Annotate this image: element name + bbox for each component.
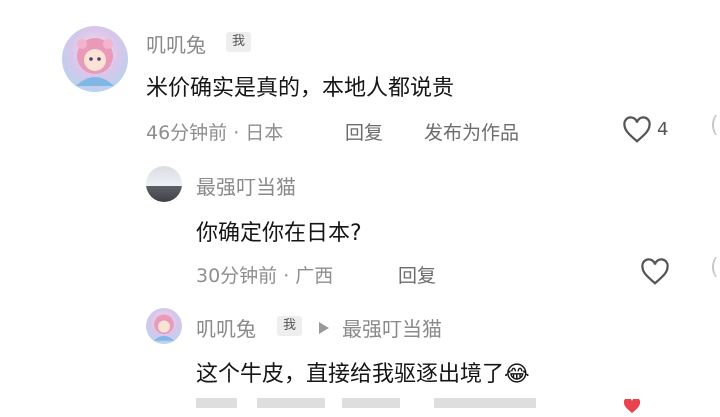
like-button[interactable] — [622, 116, 652, 144]
more-icon[interactable]: ( — [710, 255, 719, 280]
comment-time-location: 46分钟前 · 日本 — [146, 122, 284, 144]
avatar[interactable] — [146, 308, 182, 344]
reply-button[interactable]: 回复 — [398, 261, 436, 288]
liked-heart-icon[interactable] — [623, 397, 654, 417]
heart-outline-icon — [641, 258, 669, 285]
reply-to-user[interactable]: 最强叮当猫 — [342, 313, 442, 342]
publish-as-work-button[interactable]: 发布为作品 — [424, 118, 519, 145]
like-button[interactable] — [640, 258, 670, 286]
laughing-emoji-icon: 😂 — [504, 362, 530, 387]
comment-time-location: 30分钟前 · 广西 — [196, 265, 334, 287]
avatar-anime-girl-icon — [76, 38, 114, 86]
reply-button[interactable]: 回复 — [345, 118, 383, 145]
comment-text: 你确定你在日本? — [196, 221, 362, 246]
avatar-anime-girl-icon — [153, 314, 175, 341]
comment-text-body: 这个牛皮，直接给我驱逐出境了 — [196, 362, 505, 387]
comment-text: 米价确实是真的，本地人都说贵 — [146, 76, 455, 101]
heart-outline-icon — [623, 116, 651, 143]
avatar[interactable] — [146, 166, 182, 202]
avatar[interactable] — [62, 26, 128, 92]
comment-author[interactable]: 叽叽兔 — [196, 313, 256, 342]
comment-text: 这个牛皮，直接给我驱逐出境了😂 — [196, 356, 530, 388]
cut-off-meta-row — [196, 398, 536, 408]
more-icon[interactable]: ( — [710, 113, 719, 138]
like-count: 4 — [657, 119, 669, 140]
comment-author[interactable]: 最强叮当猫 — [196, 171, 296, 200]
comment-author[interactable]: 叽叽兔 — [146, 29, 206, 58]
play-arrow-icon — [318, 320, 330, 339]
me-badge: 我 — [226, 32, 252, 52]
me-badge: 我 — [277, 316, 303, 336]
